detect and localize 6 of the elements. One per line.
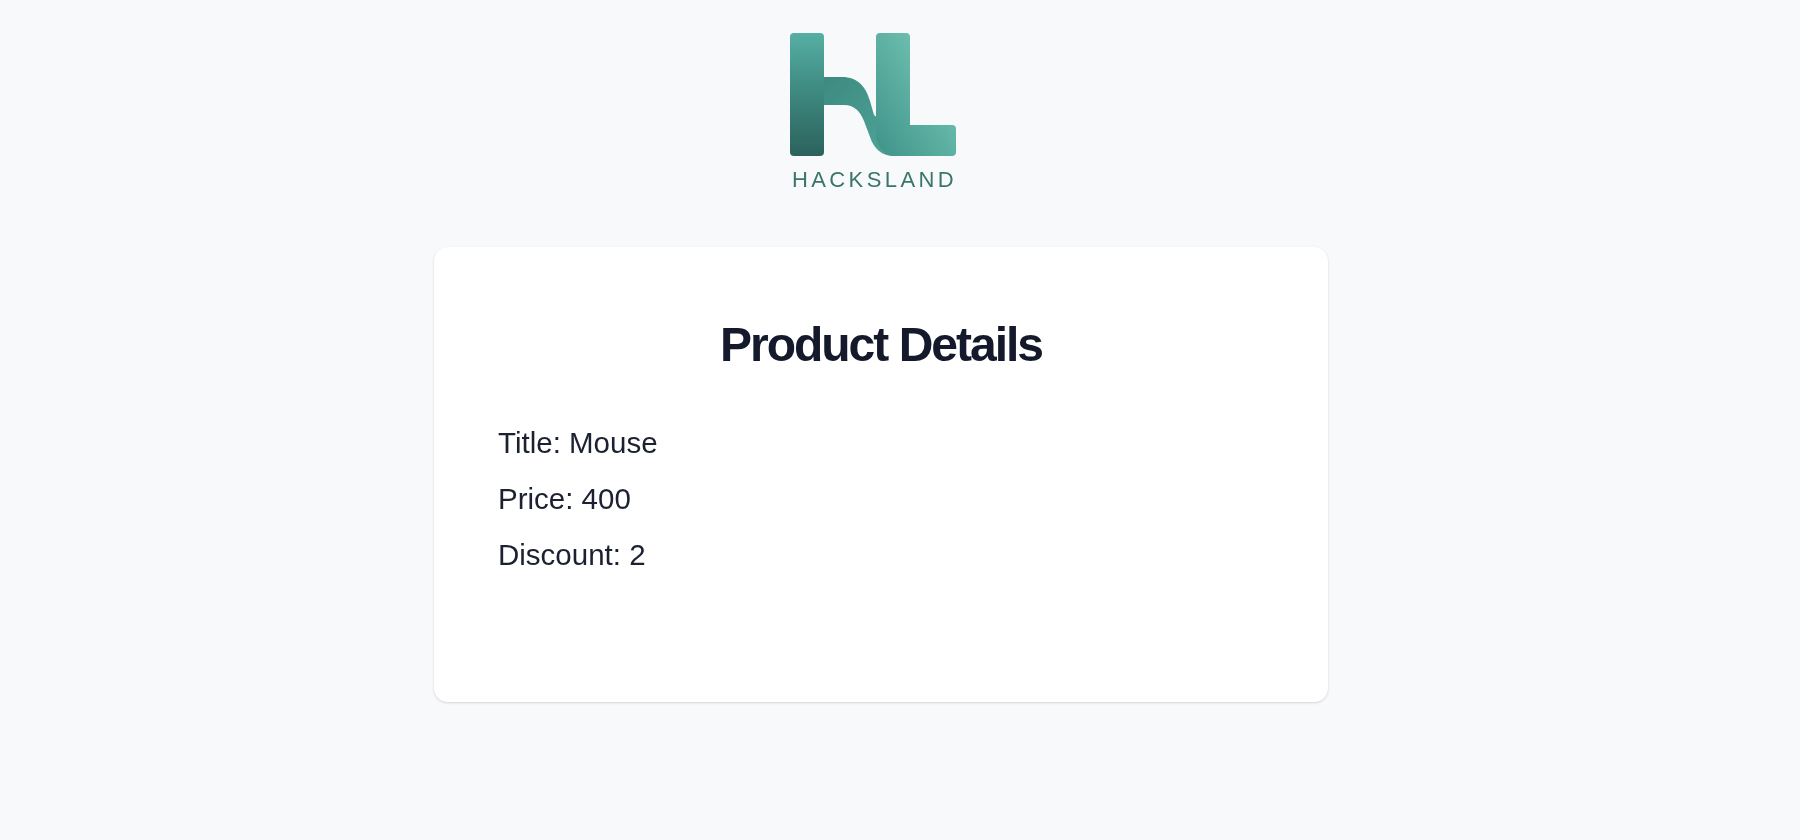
brand-name: HACKSLAND: [790, 168, 958, 192]
logo-icon: [790, 33, 956, 156]
detail-text: Title: Mouse: [498, 425, 658, 461]
detail-text: Price: 400: [498, 481, 631, 517]
detail-text: Discount: 2: [498, 537, 646, 573]
card-title: Product Details: [718, 317, 1044, 373]
